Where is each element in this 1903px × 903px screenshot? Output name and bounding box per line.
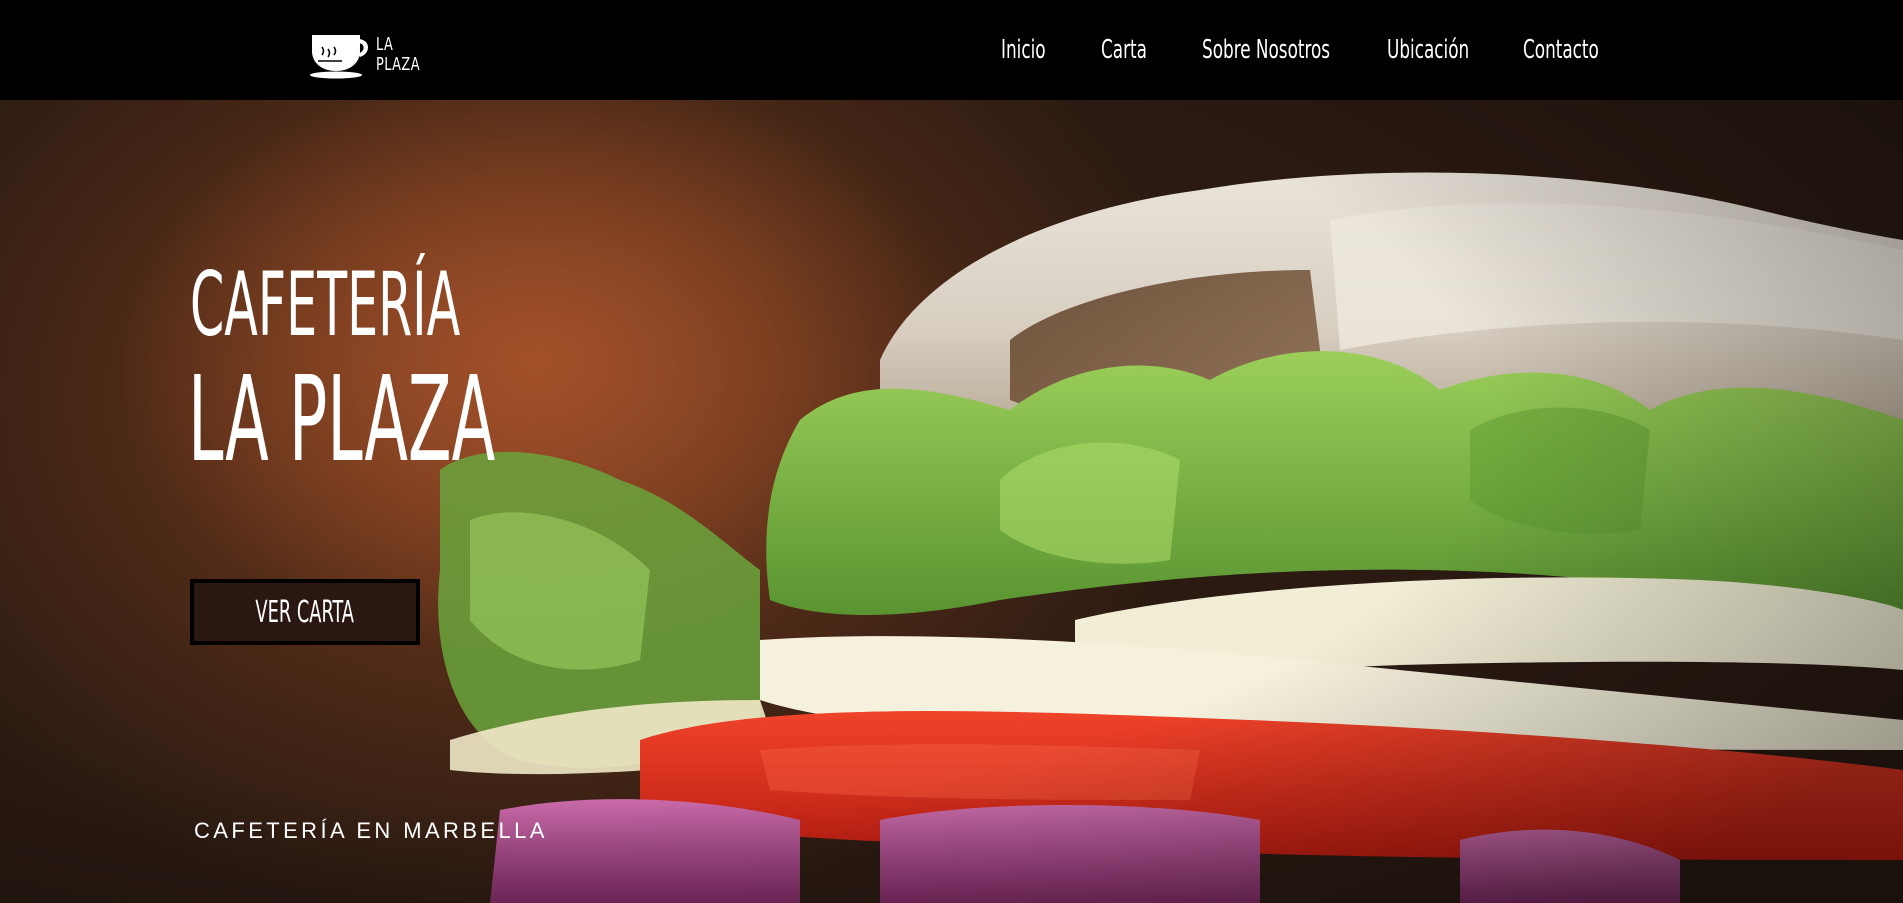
logo-wordmark: LA PLAZA xyxy=(376,35,420,75)
hero-title-line-2: LA PLAZA xyxy=(188,350,496,488)
site-header: LA PLAZA Inicio Carta Sobre Nosotros Ubi… xyxy=(0,0,1903,100)
logo-line-2: PLAZA xyxy=(376,54,420,75)
nav-carta[interactable]: Carta xyxy=(1101,30,1147,70)
logo-line-1: LA xyxy=(376,34,394,55)
hero-title-line-1: CAFETERÍA xyxy=(190,253,461,356)
nav-inicio[interactable]: Inicio xyxy=(1001,30,1046,70)
nav-contacto[interactable]: Contacto xyxy=(1523,30,1599,70)
sandwich-photo xyxy=(0,100,1903,903)
ver-carta-button[interactable]: VER CARTA xyxy=(190,579,420,645)
nav-ubicacion[interactable]: Ubicación xyxy=(1387,30,1469,70)
hero-section: CAFETERÍA LA PLAZA VER CARTA CAFETERÍA E… xyxy=(0,100,1903,903)
coffee-cup-icon xyxy=(310,35,369,79)
nav-sobre-nosotros[interactable]: Sobre Nosotros xyxy=(1202,30,1330,70)
hero-tagline: CAFETERÍA EN MARBELLA xyxy=(194,818,548,843)
ver-carta-label: VER CARTA xyxy=(255,594,355,630)
site-logo[interactable]: LA PLAZA xyxy=(308,31,428,81)
